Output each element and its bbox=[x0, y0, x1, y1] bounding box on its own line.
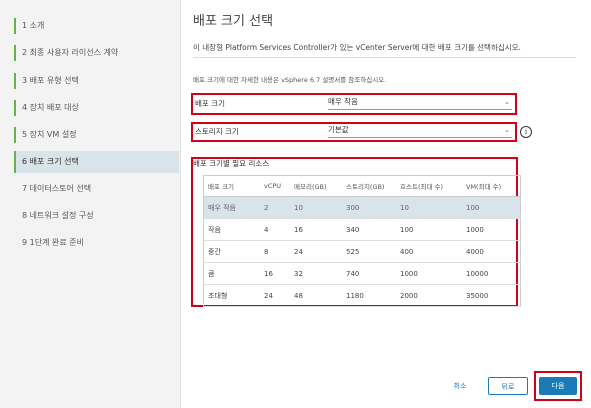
col-hosts: 호스트(최대 수) bbox=[396, 175, 462, 197]
table-cell: 16 bbox=[290, 218, 342, 241]
table-row[interactable]: 큼 16 32 740 1000 10000 bbox=[203, 262, 521, 285]
chevron-down-icon: ⌄ bbox=[504, 98, 510, 106]
wizard-sidebar: 1 소개 2 최종 사용자 라이선스 계약 3 배포 유형 선택 4 장치 배포… bbox=[0, 0, 181, 408]
table-cell: 100 bbox=[462, 196, 521, 219]
deploy-size-select[interactable]: 매우 작음 ⌄ bbox=[328, 95, 512, 110]
sidebar-step-network[interactable]: 8 네트워크 설정 구성 bbox=[14, 205, 179, 227]
page-title: 배포 크기 선택 bbox=[193, 14, 274, 29]
table-row[interactable]: 중간 8 24 525 400 4000 bbox=[203, 240, 521, 263]
table-cell: 48 bbox=[290, 284, 342, 307]
table-cell: 중간 bbox=[203, 240, 260, 263]
table-cell: 24 bbox=[260, 284, 290, 307]
table-cell: 740 bbox=[342, 262, 396, 285]
sidebar-step-ready[interactable]: 9 1단계 완료 준비 bbox=[14, 232, 179, 254]
deploy-size-value: 매우 작음 bbox=[328, 97, 358, 106]
sidebar-step-deploy-target[interactable]: 4 장치 배포 대상 bbox=[14, 97, 179, 119]
table-cell: 10 bbox=[396, 196, 462, 219]
table-row[interactable]: 작음 4 16 340 100 1000 bbox=[203, 218, 521, 241]
table-cell: 1000 bbox=[462, 218, 521, 241]
table-cell: 10000 bbox=[462, 262, 521, 285]
col-deploy-size: 배포 크기 bbox=[203, 175, 260, 197]
storage-size-select[interactable]: 기본값 ⌄ bbox=[328, 123, 512, 138]
next-button[interactable]: 다음 bbox=[539, 377, 577, 395]
storage-size-label: 스토리지 크기 bbox=[195, 127, 239, 136]
table-row[interactable]: 매우 작음 2 10 300 10 100 bbox=[203, 196, 521, 219]
table-header-row: 배포 크기 vCPU 메모리(GB) 스토리지(GB) 호스트(최대 수) VM… bbox=[203, 175, 521, 197]
table-cell: 2 bbox=[260, 196, 290, 219]
sidebar-step-vm-settings[interactable]: 5 장치 VM 설정 bbox=[14, 124, 179, 146]
size-info-note: 배포 크기에 대한 자세한 내용은 vSphere 6.7 설명서를 참조하십시… bbox=[193, 76, 387, 84]
storage-size-value: 기본값 bbox=[328, 125, 349, 134]
table-cell: 400 bbox=[396, 240, 462, 263]
resources-table: 배포 크기 vCPU 메모리(GB) 스토리지(GB) 호스트(최대 수) VM… bbox=[203, 175, 521, 307]
table-cell: 16 bbox=[260, 262, 290, 285]
page-description: 이 내장형 Platform Services Controller가 있는 v… bbox=[193, 43, 521, 52]
table-cell: 100 bbox=[396, 218, 462, 241]
table-cell: 1180 bbox=[342, 284, 396, 307]
table-cell: 4000 bbox=[462, 240, 521, 263]
col-vms: VM(최대 수) bbox=[462, 175, 521, 197]
table-cell: 300 bbox=[342, 196, 396, 219]
table-cell: 1000 bbox=[396, 262, 462, 285]
col-storage: 스토리지(GB) bbox=[342, 175, 396, 197]
table-cell: 525 bbox=[342, 240, 396, 263]
table-cell: 340 bbox=[342, 218, 396, 241]
sidebar-step-datastore[interactable]: 7 데이터스토어 선택 bbox=[14, 178, 179, 200]
table-cell: 2000 bbox=[396, 284, 462, 307]
table-cell: 8 bbox=[260, 240, 290, 263]
chevron-down-icon: ⌄ bbox=[504, 126, 510, 134]
table-cell: 초대형 bbox=[203, 284, 260, 307]
sidebar-step-intro[interactable]: 1 소개 bbox=[14, 15, 179, 37]
sidebar-step-eula[interactable]: 2 최종 사용자 라이선스 계약 bbox=[14, 42, 179, 64]
table-cell: 큼 bbox=[203, 262, 260, 285]
back-button[interactable]: 뒤로 bbox=[488, 377, 528, 395]
sidebar-step-deploy-size[interactable]: 6 배포 크기 선택 bbox=[14, 151, 179, 173]
table-row[interactable]: 초대형 24 48 1180 2000 35000 bbox=[203, 284, 521, 307]
sidebar-step-deploy-type[interactable]: 3 배포 유형 선택 bbox=[14, 70, 179, 92]
table-cell: 35000 bbox=[462, 284, 521, 307]
deploy-size-label: 배포 크기 bbox=[195, 99, 225, 108]
cancel-button[interactable]: 취소 bbox=[446, 377, 474, 395]
table-cell: 10 bbox=[290, 196, 342, 219]
resources-title: 배포 크기별 필요 리소스 bbox=[193, 159, 270, 168]
col-memory: 메모리(GB) bbox=[290, 175, 342, 197]
info-icon[interactable]: i bbox=[520, 126, 532, 138]
col-vcpu: vCPU bbox=[260, 175, 290, 197]
table-cell: 매우 작음 bbox=[203, 196, 260, 219]
table-cell: 32 bbox=[290, 262, 342, 285]
table-cell: 4 bbox=[260, 218, 290, 241]
table-cell: 작음 bbox=[203, 218, 260, 241]
table-cell: 24 bbox=[290, 240, 342, 263]
divider bbox=[193, 57, 576, 58]
